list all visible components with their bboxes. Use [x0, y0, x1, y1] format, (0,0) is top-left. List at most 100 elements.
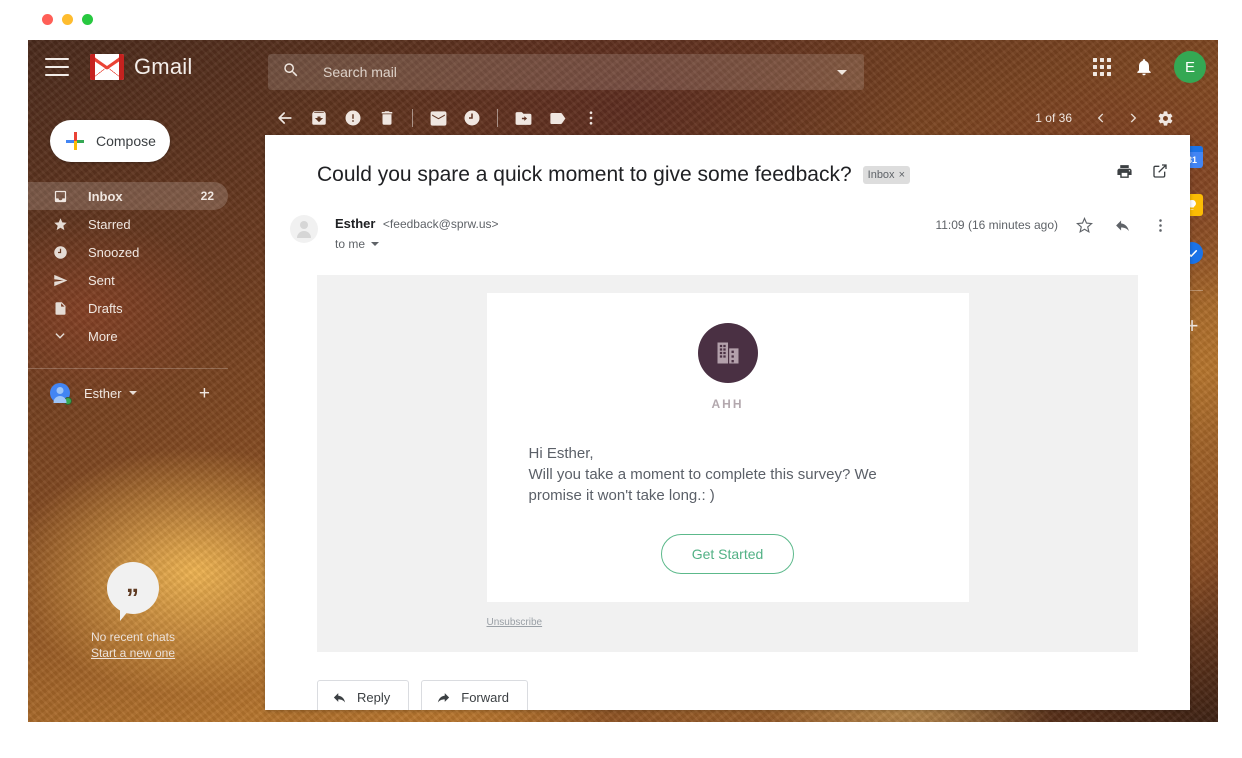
sidebar-item-starred[interactable]: Starred [28, 210, 228, 238]
sidebar-item-label: Starred [88, 216, 131, 232]
email-paragraph: Will you take a moment to complete this … [528, 466, 877, 504]
bell-icon[interactable] [1126, 49, 1162, 85]
recipient-label: to me [335, 237, 366, 251]
unsubscribe-link[interactable]: Unsubscribe [487, 617, 543, 628]
gmail-logo-icon [90, 54, 124, 80]
sender-email: <feedback@sprw.us> [382, 217, 499, 231]
building-icon [697, 323, 758, 383]
search-icon [282, 61, 300, 84]
sidebar-item-inbox[interactable]: Inbox 22 [28, 182, 228, 210]
apps-grid-icon[interactable] [1084, 49, 1120, 85]
more-options-button[interactable] [574, 101, 608, 135]
compose-label: Compose [96, 133, 156, 149]
maximize-window-button[interactable] [82, 14, 93, 25]
snooze-button[interactable] [455, 101, 489, 135]
hangouts-quote-icon: „ [107, 562, 159, 621]
gmail-wordmark: Gmail [134, 54, 193, 79]
traffic-lights [42, 14, 93, 25]
sidebar-item-drafts[interactable]: Drafts [28, 294, 228, 322]
sidebar-item-sent[interactable]: Sent [28, 266, 228, 294]
reply-arrow-icon[interactable] [1110, 213, 1134, 237]
email-greeting: Hi Esther, [528, 445, 594, 462]
reply-button-label: Reply [357, 690, 391, 705]
send-icon [50, 273, 70, 288]
printer-icon[interactable] [1112, 159, 1136, 183]
more-vertical-icon[interactable] [1148, 213, 1172, 237]
sidebar-item-label: Drafts [88, 300, 123, 316]
sidebar-item-label: Inbox [88, 188, 123, 204]
open-in-new-icon[interactable] [1148, 159, 1172, 183]
hangouts-empty-title: No recent chats [90, 630, 176, 644]
add-contact-button[interactable]: + [199, 384, 210, 403]
search-bar[interactable] [268, 54, 864, 90]
compose-button[interactable]: Compose [50, 120, 170, 162]
sidebar: Compose Inbox 22 Starred Snoozed Sent Dr… [28, 94, 238, 722]
email-brand-name: AHH [711, 397, 744, 411]
toolbar-divider [412, 109, 413, 127]
chevron-down-icon[interactable] [128, 391, 137, 395]
hangouts-start-chat-link[interactable]: Start a new one [91, 646, 175, 660]
unsubscribe-container: Unsubscribe [487, 612, 969, 630]
hamburger-icon[interactable] [45, 58, 69, 76]
forward-button[interactable]: Forward [421, 680, 528, 710]
labels-button[interactable] [540, 101, 574, 135]
sidebar-item-label: Sent [88, 272, 115, 288]
delete-button[interactable] [370, 101, 404, 135]
email-content-card: AHH Hi Esther, Will you take a moment to… [486, 293, 969, 602]
gmail-app: Gmail E [28, 40, 1218, 722]
account-name: Esther [84, 385, 122, 401]
recipient-row[interactable]: to me [335, 237, 499, 251]
sidebar-item-more[interactable]: More [28, 322, 228, 350]
avatar [290, 215, 318, 243]
message-meta: 11:09 (16 minutes ago) [935, 213, 1172, 237]
minimize-window-button[interactable] [62, 14, 73, 25]
chevron-down-icon [50, 329, 70, 343]
account-avatar [50, 383, 72, 405]
mark-unread-button[interactable] [421, 101, 455, 135]
plus-icon [66, 132, 84, 150]
chevron-down-icon[interactable] [371, 242, 380, 246]
avatar[interactable]: E [1174, 51, 1206, 83]
pagination-count: 1 of 36 [1035, 111, 1072, 125]
sender-info: Esther <feedback@sprw.us> to me [335, 215, 499, 251]
message-card-actions [1112, 159, 1172, 183]
top-bar-actions: E [1084, 40, 1206, 94]
close-icon[interactable]: × [899, 169, 905, 181]
hangouts-panel: „ No recent chats Start a new one [28, 562, 238, 660]
back-to-inbox-button[interactable] [268, 101, 302, 135]
search-input[interactable] [323, 64, 837, 80]
chevron-down-icon[interactable] [837, 69, 847, 75]
star-icon [50, 217, 70, 232]
sidebar-item-label: Snoozed [88, 244, 140, 260]
email-body: AHH Hi Esther, Will you take a moment to… [317, 275, 1138, 652]
page-title: Could you spare a quick moment to give s… [317, 163, 852, 186]
reply-button[interactable]: Reply [317, 680, 410, 710]
sidebar-item-label: More [88, 328, 118, 344]
sender-name: Esther [335, 216, 376, 231]
browser-window-chrome [28, 0, 1218, 40]
toolbar-divider [497, 109, 498, 127]
star-outline-icon[interactable] [1072, 213, 1096, 237]
archive-button[interactable] [302, 101, 336, 135]
previous-message-button[interactable] [1086, 103, 1116, 133]
clock-icon [50, 245, 70, 260]
label-chip-text: Inbox [867, 169, 895, 181]
message-actions: Reply Forward [317, 680, 1190, 710]
timestamp: 11:09 (16 minutes ago) [935, 218, 1058, 232]
status-badge[interactable]: Inbox × [862, 166, 910, 184]
close-window-button[interactable] [42, 14, 53, 25]
gmail-brand[interactable]: Gmail [90, 54, 192, 80]
account-switcher[interactable]: Esther + [28, 368, 228, 405]
top-bar: Gmail E [28, 40, 1218, 94]
get-started-button[interactable]: Get Started [660, 534, 795, 574]
report-spam-button[interactable] [336, 101, 370, 135]
sender-row: Esther <feedback@sprw.us> to me 11:09 (1… [265, 187, 1190, 251]
message-card: Could you spare a quick moment to give s… [265, 135, 1190, 710]
sidebar-item-snoozed[interactable]: Snoozed [28, 238, 228, 266]
cta-container: Get Started [487, 534, 969, 574]
next-message-button[interactable] [1118, 103, 1148, 133]
inbox-icon [50, 189, 70, 204]
draft-icon [50, 301, 70, 316]
inbox-unread-count: 22 [200, 189, 214, 203]
move-to-button[interactable] [506, 101, 540, 135]
